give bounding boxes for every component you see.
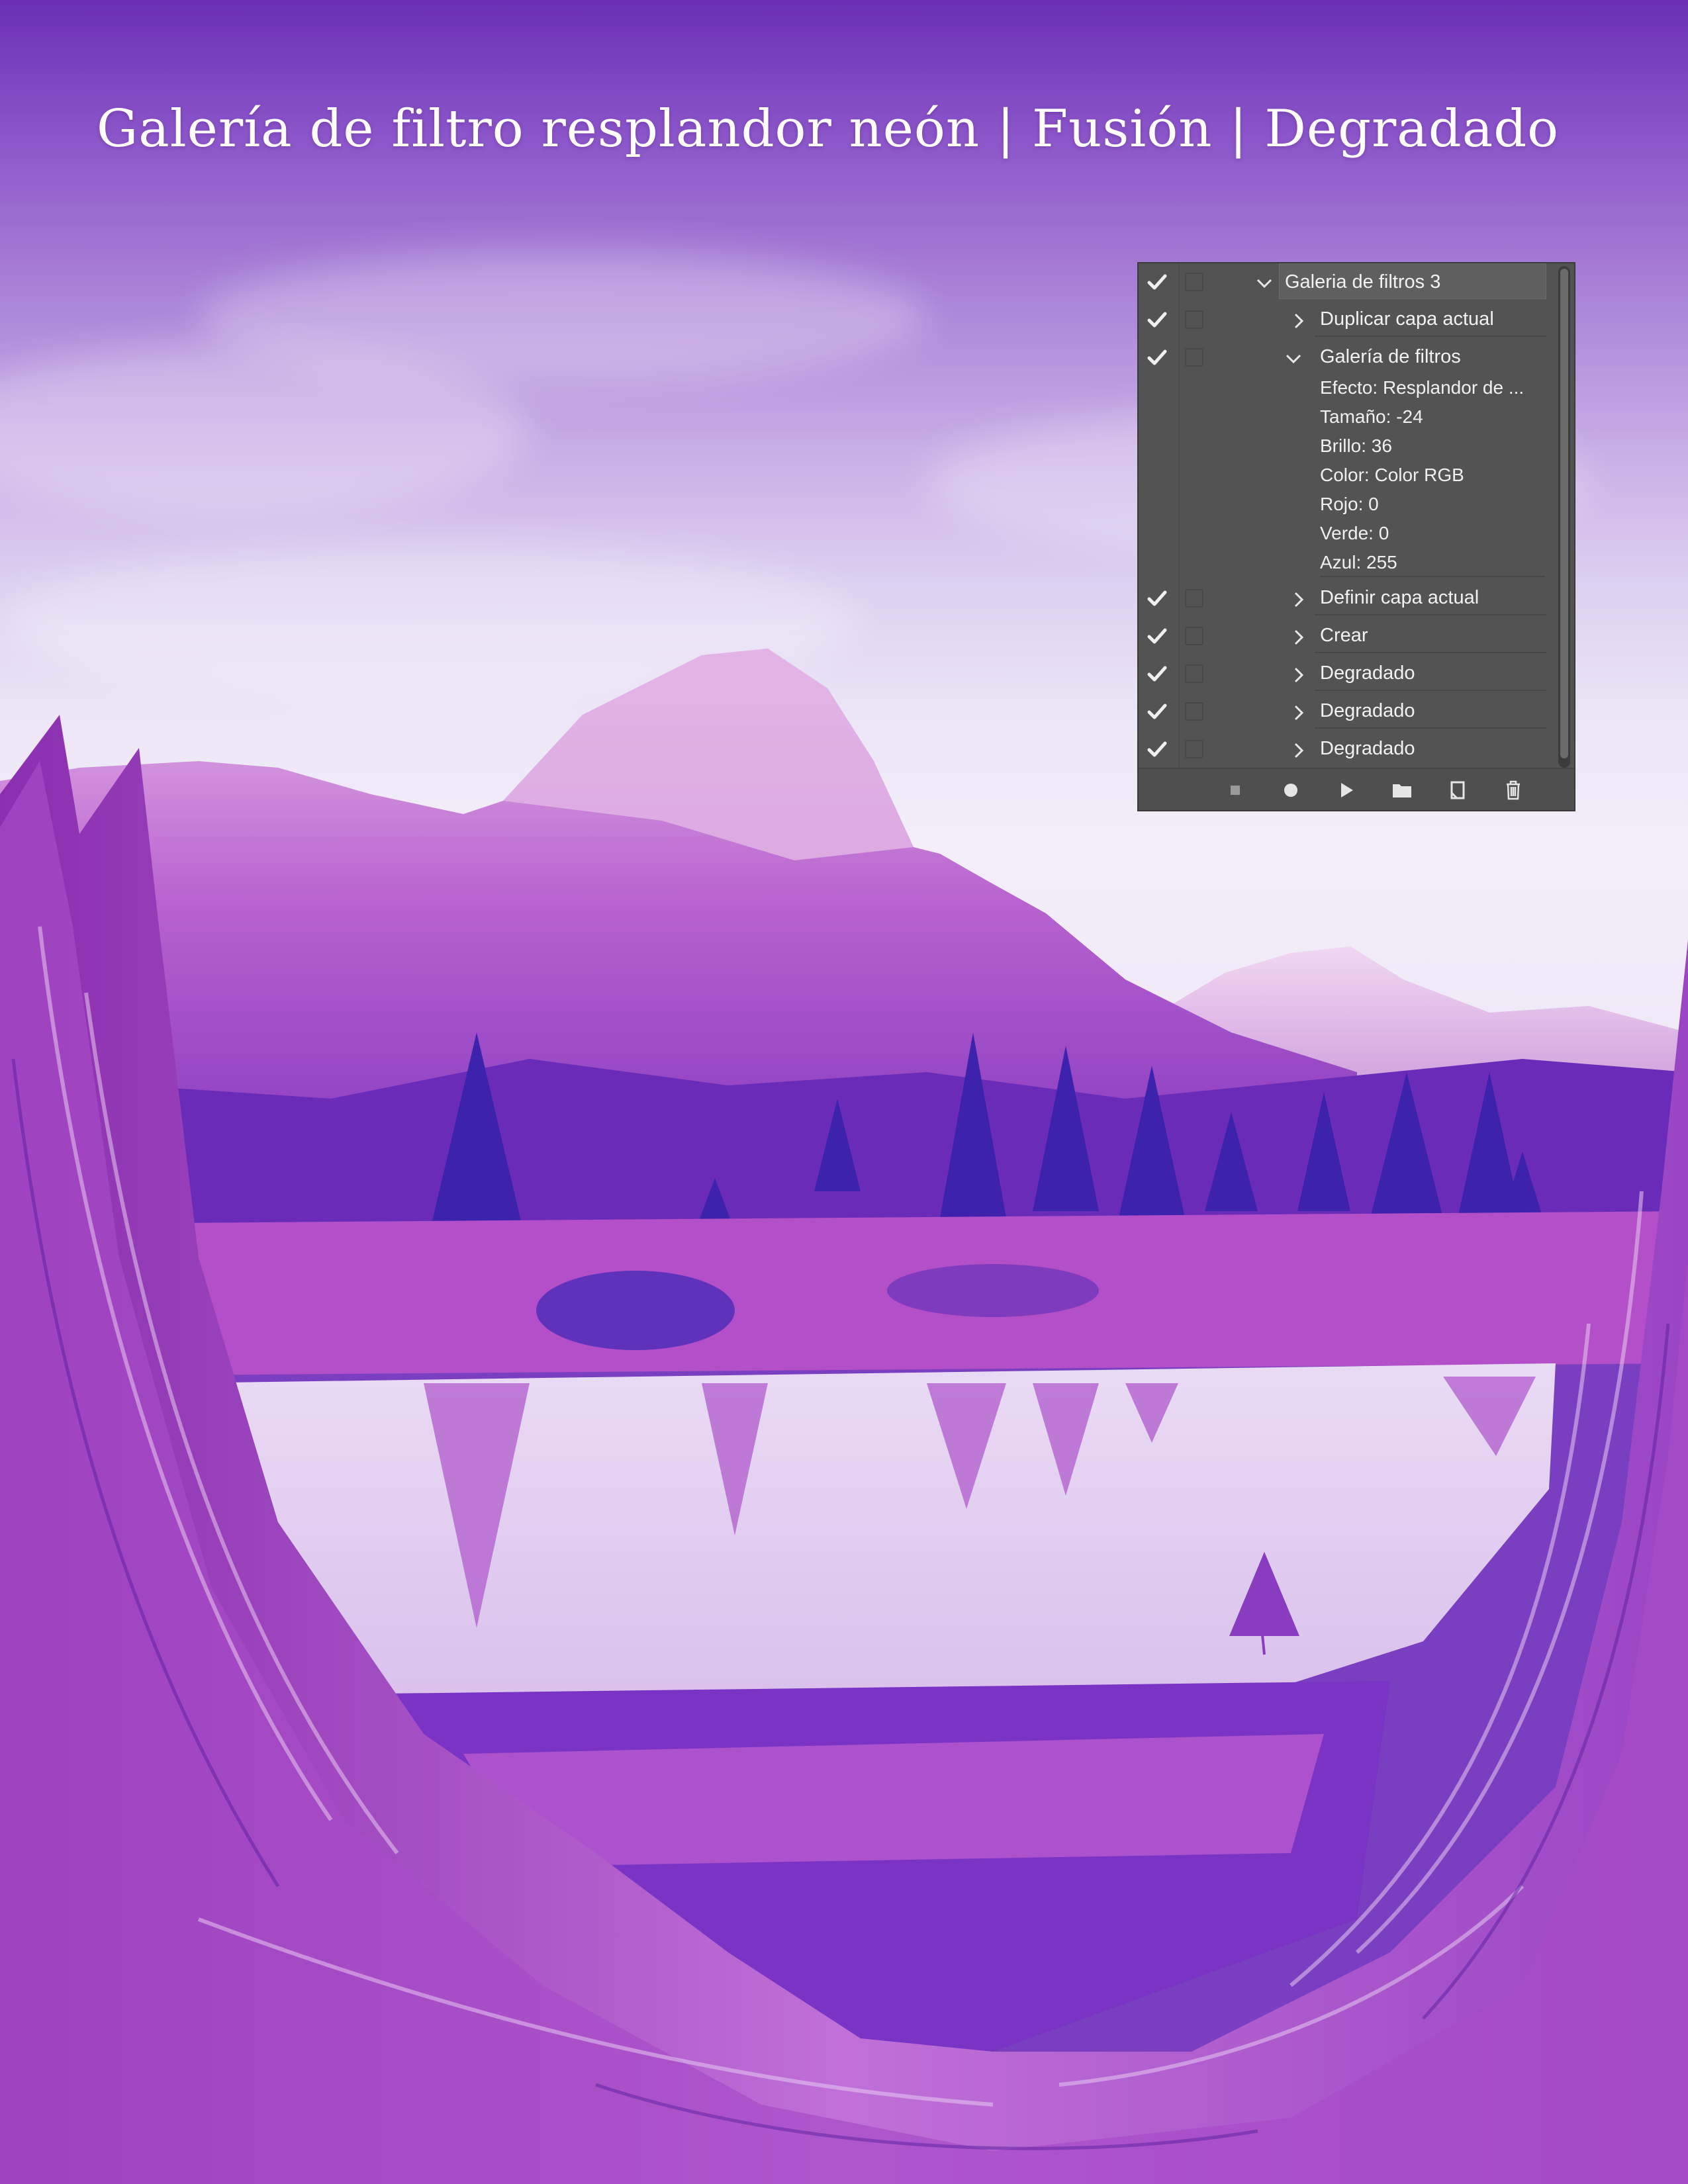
param-red: Rojo: 0 — [1320, 494, 1379, 514]
dialog-toggle-box[interactable] — [1185, 310, 1203, 329]
page-title: Galería de filtro resplandor neón | Fusi… — [97, 99, 1560, 159]
lake — [179, 1363, 1556, 1701]
checkmark-icon[interactable] — [1144, 585, 1170, 612]
scrollbar[interactable] — [1558, 266, 1570, 768]
chevron-right-icon[interactable] — [1289, 628, 1308, 647]
meadow — [0, 1211, 1688, 1377]
checkmark-icon[interactable] — [1144, 306, 1170, 333]
action-step-row[interactable]: Galería de filtros — [1139, 339, 1556, 377]
action-label: Galeria de filtros 3 — [1279, 263, 1546, 299]
record-icon[interactable] — [1279, 778, 1303, 802]
chevron-right-icon[interactable] — [1289, 741, 1308, 760]
checkmark-icon[interactable] — [1144, 736, 1170, 762]
action-label: Definir capa actual — [1315, 580, 1546, 615]
param-effect: Efecto: Resplandor de ... — [1320, 377, 1524, 398]
checkmark-icon[interactable] — [1144, 660, 1170, 687]
action-step-row[interactable]: Crear — [1139, 617, 1556, 655]
param-brightness: Brillo: 36 — [1320, 435, 1392, 456]
action-label: Degradado — [1315, 693, 1546, 729]
param-green: Verde: 0 — [1320, 523, 1389, 543]
chevron-right-icon[interactable] — [1289, 312, 1308, 330]
stop-icon[interactable] — [1223, 778, 1247, 802]
dialog-toggle-box[interactable] — [1185, 627, 1203, 645]
play-icon[interactable] — [1335, 778, 1358, 802]
action-step-row[interactable]: Degradado — [1139, 655, 1556, 693]
action-label: Galería de filtros — [1320, 346, 1461, 367]
new-action-icon[interactable] — [1446, 778, 1470, 802]
param-color: Color: Color RGB — [1320, 465, 1464, 485]
action-step-row[interactable]: Duplicar capa actual — [1139, 301, 1556, 339]
chevron-right-icon[interactable] — [1289, 666, 1308, 684]
checkmark-icon[interactable] — [1144, 698, 1170, 725]
dialog-toggle-box[interactable] — [1185, 348, 1203, 367]
action-set-row[interactable]: Galeria de filtros 3 — [1139, 263, 1556, 301]
folder-icon[interactable] — [1390, 778, 1414, 802]
dialog-toggle-box[interactable] — [1185, 740, 1203, 758]
param-size: Tamaño: -24 — [1320, 406, 1423, 427]
panel-toolbar — [1139, 768, 1574, 810]
scrollbar-thumb[interactable] — [1560, 269, 1568, 758]
action-step-row[interactable]: Degradado — [1139, 693, 1556, 731]
chevron-down-icon[interactable] — [1255, 274, 1274, 293]
dialog-toggle-box[interactable] — [1185, 273, 1203, 291]
actions-panel[interactable]: Galeria de filtros 3 Duplicar capa actua… — [1137, 262, 1575, 811]
trash-icon[interactable] — [1501, 778, 1525, 802]
action-step-row[interactable]: Definir capa actual — [1139, 580, 1556, 617]
dialog-toggle-box[interactable] — [1185, 702, 1203, 721]
chevron-right-icon[interactable] — [1289, 590, 1308, 609]
action-label: Crear — [1315, 617, 1546, 653]
checkmark-icon[interactable] — [1144, 623, 1170, 649]
dialog-toggle-box[interactable] — [1185, 589, 1203, 608]
dialog-toggle-box[interactable] — [1185, 664, 1203, 683]
action-label: Degradado — [1315, 655, 1546, 691]
checkmark-icon[interactable] — [1144, 344, 1170, 371]
checkmark-icon[interactable] — [1144, 269, 1170, 295]
action-label: Duplicar capa actual — [1315, 301, 1546, 337]
action-label: Degradado — [1320, 738, 1415, 759]
chevron-down-icon[interactable] — [1284, 349, 1303, 368]
param-blue: Azul: 255 — [1320, 552, 1397, 572]
step-parameters: Efecto: Resplandor de ... Tamaño: -24 Br… — [1320, 377, 1545, 577]
action-step-row[interactable]: Degradado — [1139, 731, 1556, 768]
chevron-right-icon[interactable] — [1289, 704, 1308, 722]
